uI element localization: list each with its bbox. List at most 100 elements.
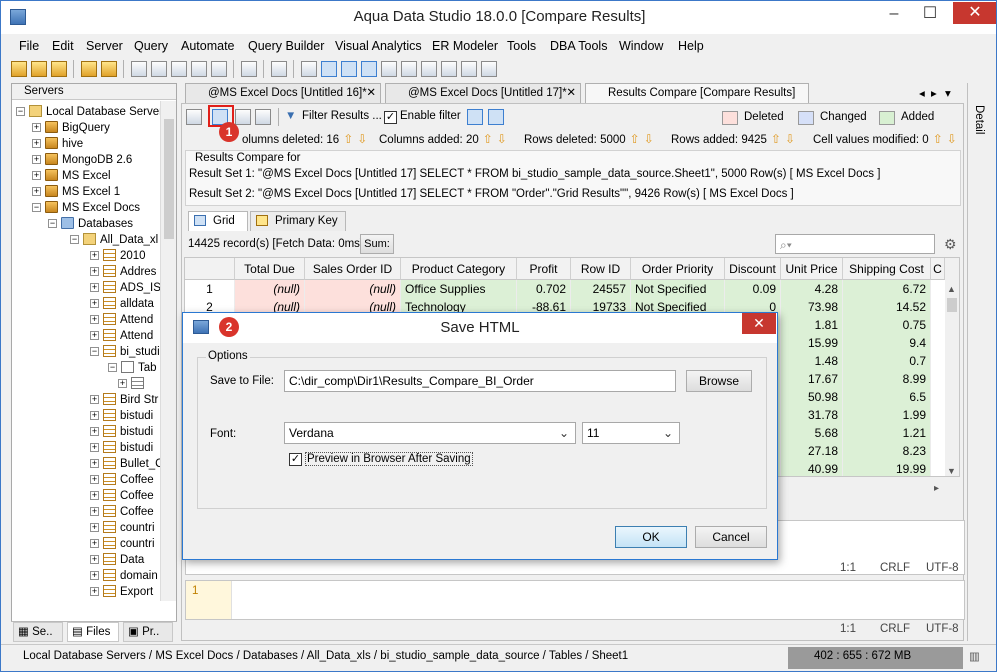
tree-item[interactable]: − Local Database Servers — [16, 104, 169, 120]
close-icon[interactable]: ✕ — [366, 84, 376, 102]
detail-tab[interactable]: Detail — [973, 105, 985, 134]
grid-cell[interactable]: 4.28 — [781, 280, 843, 298]
layout-icon-1[interactable] — [301, 61, 317, 77]
tree-item[interactable]: + Data — [90, 552, 144, 568]
grid-cell[interactable]: 8.23 — [843, 442, 931, 460]
menu-server[interactable]: Server — [86, 39, 123, 53]
tree-item[interactable]: + MS Excel — [32, 168, 111, 184]
connect-icon[interactable] — [51, 61, 67, 77]
enable-filter-checkbox[interactable]: ✓ — [384, 111, 397, 124]
tree-item[interactable]: + Addres — [90, 264, 156, 280]
new-server-icon[interactable] — [11, 61, 27, 77]
grid-cell[interactable]: 50.98 — [781, 388, 843, 406]
tree-item[interactable]: + countri — [90, 520, 155, 536]
scroll-up-icon[interactable]: ▲ — [947, 284, 957, 298]
menu-help[interactable]: Help — [678, 39, 704, 53]
close-icon[interactable]: ✕ — [566, 84, 576, 102]
grid-cell[interactable]: 40.99 — [781, 460, 843, 476]
tree-item[interactable]: + Coffee — [90, 472, 154, 488]
menu-visual-analytics[interactable]: Visual Analytics — [335, 39, 422, 53]
menu-query-builder[interactable]: Query Builder — [248, 39, 324, 53]
dialog-close-button[interactable]: ✕ — [742, 313, 776, 334]
save-to-file-input[interactable]: C:\dir_comp\Dir1\Results_Compare_BI_Orde… — [284, 370, 676, 392]
grid-cell[interactable]: Office Supplies — [401, 280, 517, 298]
grid-cell[interactable]: 27.18 — [781, 442, 843, 460]
grid-cell[interactable]: 9.4 — [843, 334, 931, 352]
grid-cell[interactable]: 17.67 — [781, 370, 843, 388]
layout-icon-10[interactable] — [481, 61, 497, 77]
ok-button[interactable]: OK — [615, 526, 687, 548]
preview-icon[interactable] — [235, 109, 251, 125]
tree-item[interactable]: + bistudi — [90, 440, 153, 456]
tab-scroll-right-icon[interactable]: ▸ — [931, 86, 937, 100]
tree-item[interactable]: + Coffee — [90, 488, 154, 504]
grid-search-input[interactable]: ⌕▾ — [775, 234, 935, 254]
grid-cell[interactable]: 1.21 — [843, 424, 931, 442]
menu-automate[interactable]: Automate — [181, 39, 235, 53]
arrow-up-icon[interactable]: ⇧ — [933, 132, 943, 146]
grid-header[interactable]: Discount — [725, 258, 781, 280]
tree-item[interactable]: + Attend — [90, 312, 153, 328]
tree-item[interactable]: + bistudi — [90, 424, 153, 440]
grid-cell[interactable]: Not Specified — [631, 280, 725, 298]
query-window-2-icon[interactable] — [151, 61, 167, 77]
tree-item[interactable]: + Export — [90, 584, 153, 600]
split-view-icon[interactable] — [467, 109, 483, 125]
tree-item[interactable]: + alldata — [90, 296, 154, 312]
layout-icon-9[interactable] — [461, 61, 477, 77]
scroll-thumb[interactable] — [947, 298, 957, 312]
layout-icon-7[interactable] — [421, 61, 437, 77]
scroll-thumb[interactable] — [164, 119, 174, 239]
grid-cell[interactable]: 0.7 — [843, 352, 931, 370]
menu-edit[interactable]: Edit — [52, 39, 74, 53]
grid-cell[interactable]: 24557 — [571, 280, 631, 298]
tree-item[interactable]: − Tab — [108, 360, 157, 376]
query-window-4-icon[interactable] — [191, 61, 207, 77]
grid-cell[interactable]: 14.52 — [843, 298, 931, 316]
grid-cell[interactable]: 6.5 — [843, 388, 931, 406]
tab-untitled-16[interactable]: @MS Excel Docs [Untitled 16]* ✕ — [185, 83, 381, 103]
tab-list-icon[interactable]: ▾ — [945, 86, 951, 100]
tab-results-compare[interactable]: Results Compare [Compare Results] — [585, 83, 809, 103]
tree-item[interactable]: + Coffee — [90, 504, 154, 520]
grid-header[interactable]: Order Priority — [631, 258, 725, 280]
grid-header[interactable]: C — [931, 258, 945, 280]
row-number[interactable]: 1 — [185, 280, 235, 298]
hscroll-right-icon[interactable]: ▸ — [934, 483, 939, 494]
maximize-button[interactable]: ☐ — [917, 5, 943, 25]
tree-item[interactable]: + domain — [90, 568, 158, 584]
export-icon[interactable] — [241, 61, 257, 77]
menu-er-modeler[interactable]: ER Modeler — [432, 39, 498, 53]
scroll-down-icon[interactable]: ▼ — [947, 466, 957, 476]
grid-cell[interactable]: 5.68 — [781, 424, 843, 442]
tree-item[interactable]: + BigQuery — [32, 120, 110, 136]
query-window-icon[interactable] — [131, 61, 147, 77]
sum-button[interactable]: Sum: — [360, 234, 394, 254]
query-window-3-icon[interactable] — [171, 61, 187, 77]
grid-header[interactable]: Profit — [517, 258, 571, 280]
menu-window[interactable]: Window — [619, 39, 663, 53]
layout-icon-6[interactable] — [401, 61, 417, 77]
grid-cell[interactable]: 0.75 — [843, 316, 931, 334]
grid-cell[interactable]: 31.78 — [781, 406, 843, 424]
grid-cell[interactable]: 6.72 — [843, 280, 931, 298]
tree-item[interactable]: + Bird Str — [90, 392, 158, 408]
tree-item[interactable]: − bi_studi — [90, 344, 160, 360]
arrow-down-icon[interactable]: ⇩ — [357, 132, 367, 146]
tree-item[interactable]: + bistudi — [90, 408, 153, 424]
grid-cell[interactable]: 8.99 — [843, 370, 931, 388]
grid-header[interactable]: Shipping Cost — [843, 258, 931, 280]
tree-item[interactable]: + Bullet_C — [90, 456, 163, 472]
settings-icon[interactable]: ⚙ — [944, 236, 957, 253]
tree-item[interactable]: + countri — [90, 536, 155, 552]
grid-cell[interactable]: 73.98 — [781, 298, 843, 316]
tree-item[interactable]: + ADS_IS — [90, 280, 161, 296]
arrow-up-icon[interactable]: ⇧ — [483, 132, 493, 146]
tab-scroll-left-icon[interactable]: ◂ — [919, 86, 925, 100]
grid-cell[interactable]: 1.48 — [781, 352, 843, 370]
tree-item[interactable]: + Attend — [90, 328, 153, 344]
arrow-down-icon[interactable]: ⇩ — [497, 132, 507, 146]
grid-scrollbar[interactable]: ▲ ▼ — [945, 258, 959, 476]
tree-item[interactable]: +2010 — [90, 248, 146, 264]
tree-item[interactable]: + — [118, 376, 148, 392]
